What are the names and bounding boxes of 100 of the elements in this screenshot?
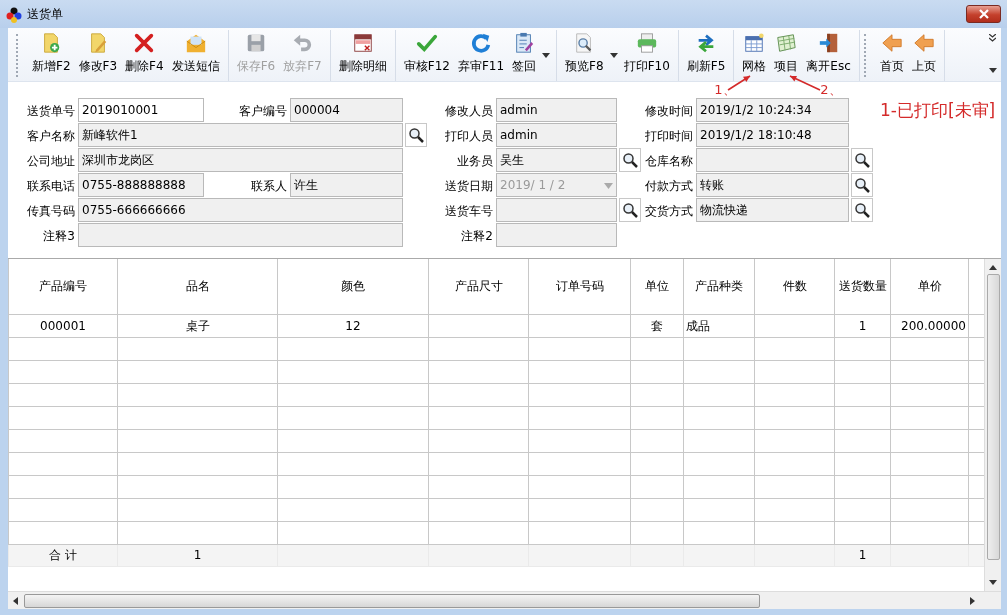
- field-label: 业务员: [456, 152, 494, 170]
- input-field[interactable]: 吴生: [496, 148, 617, 172]
- search-button[interactable]: [851, 198, 873, 222]
- input-field[interactable]: 许生: [290, 173, 403, 197]
- toolbar-button[interactable]: 上页: [907, 30, 940, 81]
- toolbar-button[interactable]: 签回: [508, 30, 541, 81]
- input-field[interactable]: 新峰软件1: [78, 123, 403, 147]
- search-button[interactable]: [405, 123, 427, 147]
- field-label: 客户编号: [238, 102, 288, 120]
- toolbar-button[interactable]: 弃审F11: [453, 30, 509, 81]
- toolbar-button[interactable]: 打印F10: [619, 30, 674, 81]
- input-field[interactable]: 2019/1/2 10:24:34: [696, 98, 849, 122]
- search-button[interactable]: [851, 148, 873, 172]
- column-header[interactable]: 品名: [117, 259, 278, 314]
- input-field[interactable]: 深圳市龙岗区: [78, 148, 403, 172]
- toolbar-button[interactable]: 刷新F5: [682, 30, 730, 81]
- input-field[interactable]: admin: [496, 98, 617, 122]
- annotation-label: 2、: [820, 81, 842, 99]
- search-icon: [854, 202, 870, 218]
- scroll-thumb[interactable]: [24, 593, 760, 608]
- table-cell: 000001: [8, 314, 118, 337]
- total-cell: 合 计: [8, 544, 118, 566]
- input-field[interactable]: 2019010001: [78, 98, 204, 122]
- toolbar-button[interactable]: 预览F8: [561, 30, 608, 81]
- field-label: 注释2: [460, 227, 494, 245]
- field-label: 送货日期: [444, 177, 494, 195]
- field-label: 送货车号: [444, 202, 494, 220]
- vertical-scrollbar[interactable]: [984, 259, 1001, 591]
- dropdown-caret-icon[interactable]: [989, 68, 997, 73]
- total-cell: 1: [117, 544, 278, 566]
- left-arrow-icon: [911, 32, 936, 54]
- dropdown-caret-icon[interactable]: [540, 53, 553, 58]
- window-title: 送货单: [27, 6, 63, 23]
- scroll-thumb[interactable]: [986, 274, 1000, 560]
- toolbar-button[interactable]: 离开Esc: [802, 30, 855, 81]
- input-field[interactable]: 转账: [696, 173, 849, 197]
- horizontal-scrollbar[interactable]: [8, 591, 1001, 609]
- toolbar-button[interactable]: 修改F3: [74, 30, 122, 81]
- search-icon: [854, 152, 870, 168]
- toolbar-button[interactable]: 新增F2: [28, 30, 75, 81]
- field-label: 公司地址: [26, 152, 76, 170]
- search-button[interactable]: [619, 148, 641, 172]
- search-button[interactable]: [851, 173, 873, 197]
- input-field[interactable]: 000004: [290, 98, 403, 122]
- refresh-icon: [469, 32, 493, 54]
- scroll-down-icon[interactable]: [989, 580, 997, 585]
- column-header[interactable]: 颜色: [277, 259, 429, 314]
- field-label: 付款方式: [644, 177, 694, 195]
- column-header[interactable]: 产品编号: [8, 259, 118, 314]
- input-field[interactable]: 0755-888888888: [78, 173, 204, 197]
- input-field[interactable]: admin: [496, 123, 617, 147]
- scroll-right-icon[interactable]: [970, 596, 975, 605]
- field-label: 客户名称: [26, 127, 76, 145]
- field-label: 打印人员: [444, 127, 494, 145]
- column-header[interactable]: 订单号码: [528, 259, 631, 314]
- toolbar-grip[interactable]: [863, 34, 868, 77]
- search-button[interactable]: [619, 198, 641, 222]
- table-cell: 套: [630, 314, 684, 337]
- spreadsheet-icon: [774, 32, 799, 54]
- annotation-label: 1、: [714, 81, 736, 99]
- overflow-chevron-icon[interactable]: [989, 34, 997, 42]
- input-field[interactable]: [496, 198, 617, 222]
- field-label: 联系电话: [26, 177, 76, 195]
- search-icon: [622, 202, 638, 218]
- table-cell: 成品: [683, 314, 755, 337]
- scroll-up-icon[interactable]: [989, 265, 997, 270]
- field-label: 修改人员: [444, 102, 494, 120]
- field-label: 送货单号: [26, 102, 76, 120]
- arrow: [789, 75, 822, 91]
- toolbar-button[interactable]: 网格: [738, 30, 771, 81]
- column-header[interactable]: 单价: [890, 259, 969, 314]
- field-label: 传真号码: [26, 202, 76, 220]
- column-header[interactable]: 产品尺寸: [428, 259, 529, 314]
- input-field[interactable]: 物流快递: [696, 198, 849, 222]
- input-field[interactable]: [496, 223, 617, 247]
- field-label: 仓库名称: [644, 152, 694, 170]
- input-field[interactable]: [78, 223, 403, 247]
- toolbar-button[interactable]: 删除F4: [121, 30, 168, 81]
- toolbar-button[interactable]: 发送短信: [167, 30, 224, 81]
- table-cell: 200.00000: [890, 314, 969, 337]
- close-button[interactable]: [966, 5, 1001, 23]
- input-field[interactable]: 0755-666666666: [78, 198, 403, 222]
- toolbar-grip[interactable]: [16, 34, 20, 77]
- column-header[interactable]: 单位: [630, 259, 684, 314]
- column-header[interactable]: 送货数量: [834, 259, 891, 314]
- input-field[interactable]: [696, 148, 849, 172]
- column-header[interactable]: 件数: [754, 259, 835, 314]
- field-label: 修改时间: [644, 102, 694, 120]
- toolbar-button[interactable]: 删除明细: [334, 30, 391, 81]
- field-label: 注释3: [42, 227, 76, 245]
- input-field[interactable]: 2019/1/2 18:10:48: [696, 123, 849, 147]
- dropdown-caret-icon[interactable]: [607, 53, 620, 58]
- field-label: 打印时间: [644, 127, 694, 145]
- toolbar-button[interactable]: 审核F12: [399, 30, 454, 81]
- column-header[interactable]: 产品种类: [683, 259, 755, 314]
- toolbar-button[interactable]: 项目: [770, 30, 803, 81]
- search-icon: [408, 127, 424, 143]
- scroll-left-icon[interactable]: [13, 596, 18, 605]
- status-text: 1-已打印[未审]: [879, 98, 997, 122]
- toolbar-button[interactable]: 首页: [875, 30, 908, 81]
